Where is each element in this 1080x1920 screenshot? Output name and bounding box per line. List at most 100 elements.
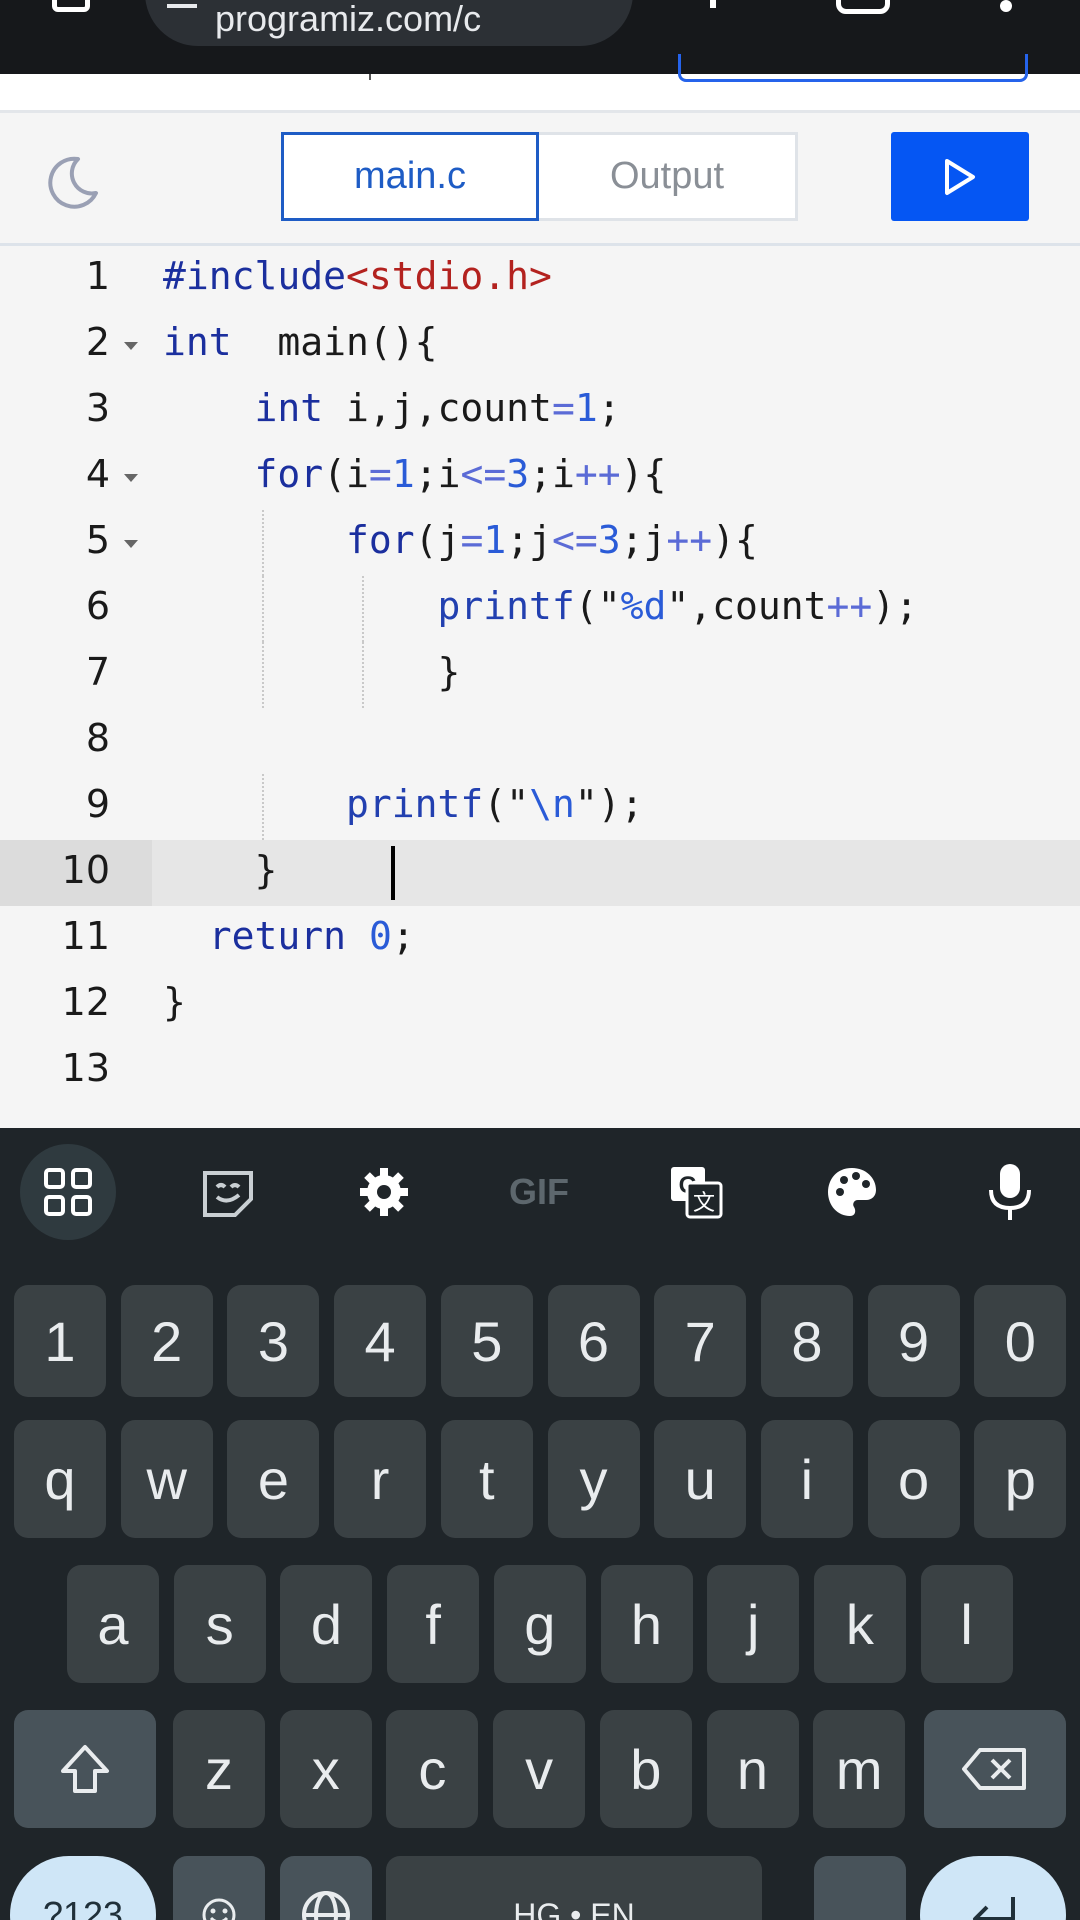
language-key[interactable] [280,1856,372,1920]
key-d[interactable]: d [280,1565,373,1683]
key-b[interactable]: b [599,1710,692,1828]
code-line[interactable]: 8 [0,708,1080,774]
shift-key[interactable] [14,1710,156,1828]
key-s[interactable]: s [173,1565,266,1683]
key-m[interactable]: m [813,1710,906,1828]
code-editor[interactable]: 1 #include<stdio.h> 2 int main(){3 int i,j,… [0,246,1080,1128]
fold-arrow-icon[interactable] [124,474,138,482]
line-gutter: 6 [0,576,152,642]
line-gutter: 11 [0,906,152,972]
key-9[interactable]: 9 [867,1285,960,1397]
gif-icon[interactable]: GIF [491,1144,587,1240]
key-o[interactable]: o [867,1420,960,1538]
run-button[interactable] [891,132,1029,221]
key-j[interactable]: j [707,1565,800,1683]
tab-main-c[interactable]: main.c [281,132,539,221]
key-h[interactable]: h [600,1565,693,1683]
key-x[interactable]: x [279,1710,372,1828]
key-y[interactable]: y [547,1420,640,1538]
key-v[interactable]: v [493,1710,586,1828]
code-line[interactable]: 5 for(j=1;j<=3;j++){ [0,510,1080,576]
dark-mode-moon-icon[interactable] [44,153,100,209]
backspace-key[interactable] [924,1710,1066,1828]
key-g[interactable]: g [493,1565,586,1683]
key-1[interactable]: 1 [14,1285,106,1397]
period-key[interactable] [814,1856,906,1920]
line-number: 3 [85,386,110,430]
code-line[interactable]: 11 return 0; [0,906,1080,972]
enter-key[interactable] [920,1856,1066,1920]
line-gutter: 3 [0,378,152,444]
line-gutter: 8 [0,708,152,774]
tab-output[interactable]: Output [539,132,798,221]
palette-icon[interactable] [804,1144,900,1240]
translate-icon[interactable]: G文 [648,1144,744,1240]
key-p[interactable]: p [974,1420,1067,1538]
settings-icon[interactable] [336,1144,432,1240]
code-line[interactable]: 6 printf("%d",count++); [0,576,1080,642]
line-gutter: 9 [0,774,152,840]
editor-toolbar: main.c Output [0,113,1080,246]
sticker-icon[interactable] [180,1144,276,1240]
code-text: } [163,650,461,694]
fold-arrow-icon[interactable] [124,540,138,548]
code-line[interactable]: 4 for(i=1;i<=3;i++){ [0,444,1080,510]
site-settings-icon[interactable] [167,4,197,8]
tabs-icon[interactable] [836,0,890,14]
key-l[interactable]: l [920,1565,1013,1683]
key-e[interactable]: e [227,1420,320,1538]
line-gutter: 7 [0,642,152,708]
key-n[interactable]: n [706,1710,799,1828]
key-r[interactable]: r [334,1420,427,1538]
header-button-edge[interactable] [678,54,1028,82]
line-number: 11 [61,914,110,958]
fold-arrow-icon[interactable] [124,342,138,350]
home-icon[interactable] [52,0,90,12]
line-number: 1 [85,254,110,298]
emoji-key[interactable] [173,1856,265,1920]
key-6[interactable]: 6 [547,1285,640,1397]
key-4[interactable]: 4 [334,1285,427,1397]
key-a[interactable]: a [67,1565,159,1683]
line-number: 7 [85,650,110,694]
code-line[interactable]: 3 int i,j,count=1; [0,378,1080,444]
key-0[interactable]: 0 [974,1285,1067,1397]
text-caret [391,846,395,900]
key-8[interactable]: 8 [760,1285,853,1397]
key-f[interactable]: f [387,1565,480,1683]
symbols-key[interactable]: ?123 [10,1856,156,1920]
key-q[interactable]: q [14,1420,106,1538]
code-line[interactable]: 9 printf("\n"); [0,774,1080,840]
code-line[interactable]: 10 } [0,840,1080,906]
backspace-icon [962,1748,1026,1790]
line-gutter: 5 [0,510,152,576]
address-bar[interactable]: programiz.com/c [145,0,633,46]
key-u[interactable]: u [654,1420,747,1538]
enter-icon [973,1897,1015,1920]
key-5[interactable]: 5 [440,1285,533,1397]
new-tab-icon[interactable] [710,0,716,8]
line-gutter: 10 [0,840,152,906]
key-z[interactable]: z [173,1710,265,1828]
line-gutter: 4 [0,444,152,510]
code-line[interactable]: 2 int main(){ [0,312,1080,378]
key-w[interactable]: w [120,1420,213,1538]
key-3[interactable]: 3 [227,1285,320,1397]
key-t[interactable]: t [440,1420,533,1538]
microphone-icon[interactable] [962,1144,1058,1240]
key-c[interactable]: c [386,1710,479,1828]
overflow-menu-icon[interactable] [1000,0,1012,12]
svg-text:文: 文 [693,1191,715,1216]
space-key[interactable]: HG • EN [386,1856,762,1920]
code-line[interactable]: 12} [0,972,1080,1038]
key-i[interactable]: i [760,1420,853,1538]
divider [369,74,371,80]
key-k[interactable]: k [813,1565,906,1683]
apps-grid-icon[interactable] [20,1144,116,1240]
key-2[interactable]: 2 [120,1285,213,1397]
key-7[interactable]: 7 [654,1285,747,1397]
on-screen-keyboard: GIF G文 1234567890 qwertyuiop asdfghjkl zxcv… [0,1128,1080,1920]
code-line[interactable]: 13 [0,1038,1080,1104]
code-line[interactable]: 7 } [0,642,1080,708]
code-line[interactable]: 1 #include<stdio.h> [0,246,1080,312]
